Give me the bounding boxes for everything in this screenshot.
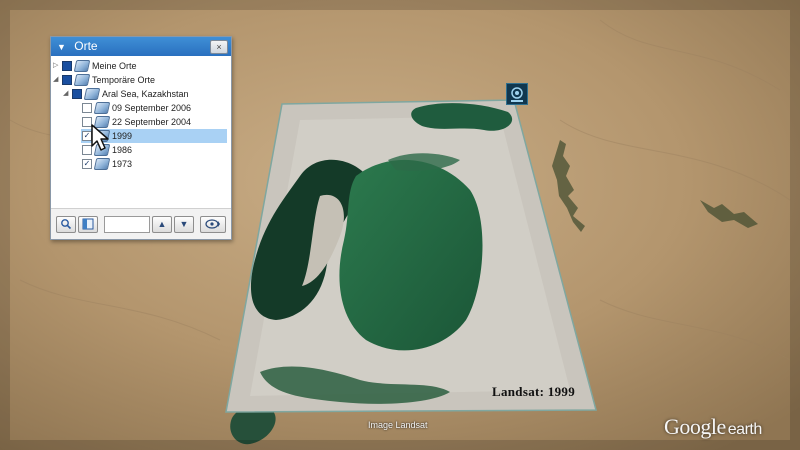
sidebar-toggle-button[interactable] (78, 216, 98, 233)
tree-item-label: 1973 (112, 159, 133, 169)
expand-arrow-icon[interactable]: ▷ (53, 59, 61, 73)
checkbox[interactable] (82, 102, 92, 113)
overlay-logo-icon[interactable] (506, 83, 528, 105)
folder-icon (73, 73, 91, 86)
search-button[interactable] (56, 216, 76, 233)
folder-icon (73, 59, 91, 72)
move-up-button[interactable]: ▲ (152, 216, 172, 233)
image-overlay-icon (93, 157, 111, 170)
tour-icon (205, 219, 220, 229)
folder-icon (83, 87, 101, 100)
checkbox[interactable] (62, 74, 72, 85)
image-credit: Image Landsat (368, 420, 428, 430)
checkbox[interactable]: ✓ (82, 158, 92, 169)
panel-close-button[interactable]: × (210, 40, 228, 54)
checkbox[interactable] (72, 88, 82, 99)
tree-item-2006[interactable]: 09 September 2006 (81, 101, 191, 115)
image-overlay-icon (93, 101, 111, 114)
tree-item-temporaere-orte[interactable]: ◢ Temporäre Orte (53, 73, 155, 87)
panel-footer: ▲ ▼ (51, 208, 231, 239)
panel-header[interactable]: ▼ Orte × (51, 37, 231, 56)
east-basin (339, 159, 483, 351)
overlay-year-label: Landsat: 1999 (492, 384, 575, 399)
logo-sub: earth (727, 421, 762, 438)
sidebar-icon (82, 218, 94, 230)
places-panel: ▼ Orte × ▷ Meine Orte ◢ Temporäre Orte ◢ Ar… (50, 36, 232, 240)
tree-item-label: Meine Orte (92, 61, 137, 71)
tree-item-label: Aral Sea, Kazakhstan (102, 89, 189, 99)
mouse-cursor-icon (91, 124, 109, 151)
tree-item-1973[interactable]: ✓ 1973 (81, 157, 132, 171)
tree-item-label: 09 September 2006 (112, 103, 192, 113)
places-tree: ▷ Meine Orte ◢ Temporäre Orte ◢ Aral Sea, K… (51, 56, 231, 206)
search-input[interactable] (104, 216, 150, 233)
expand-arrow-icon[interactable]: ◢ (53, 73, 61, 87)
collapse-triangle-icon[interactable]: ▼ (57, 42, 66, 52)
tree-item-label: 22 September 2004 (112, 117, 192, 127)
expand-arrow-icon[interactable]: ◢ (63, 87, 71, 101)
tree-item-label: 1999 (112, 131, 133, 141)
checkbox[interactable] (62, 60, 72, 71)
tree-item-label: Temporäre Orte (92, 75, 156, 85)
move-down-button[interactable]: ▼ (174, 216, 194, 233)
tree-item-label: 1986 (112, 145, 133, 155)
tour-button[interactable] (200, 216, 226, 233)
panel-title: Orte (74, 39, 98, 53)
logo-main: Google (664, 414, 726, 439)
tree-item-aral-sea[interactable]: ◢ Aral Sea, Kazakhstan (63, 87, 189, 101)
tree-item-meine-orte[interactable]: ▷ Meine Orte (53, 59, 137, 73)
google-earth-logo: Google earth (664, 414, 762, 440)
magnifier-icon (61, 219, 72, 230)
